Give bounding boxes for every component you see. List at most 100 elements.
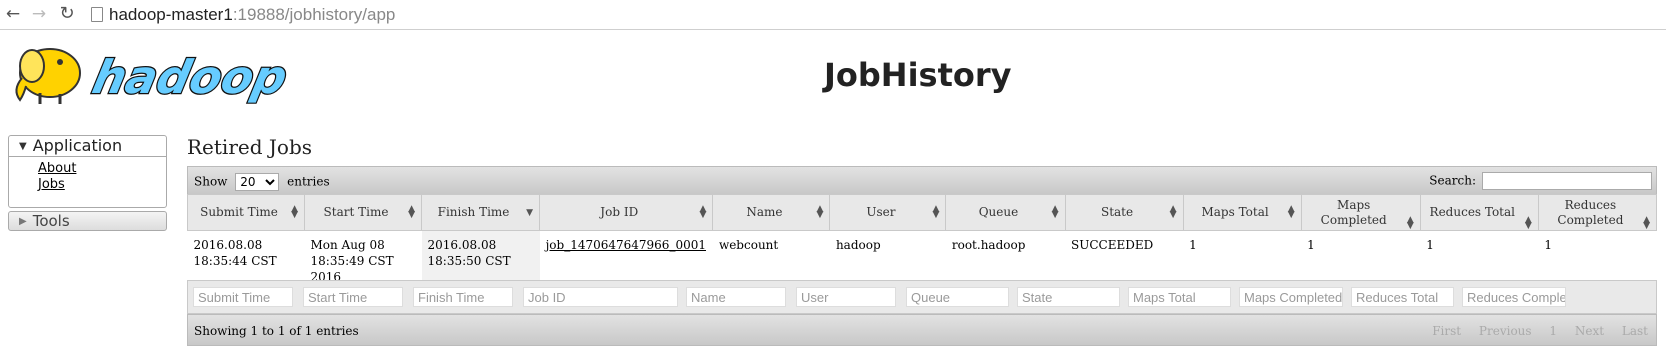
entries-info: Showing 1 to 1 of 1 entries xyxy=(194,324,359,338)
column-label: Finish Time xyxy=(437,205,510,219)
filter-start-time[interactable] xyxy=(303,287,403,307)
filter-user[interactable] xyxy=(796,287,896,307)
filter-queue[interactable] xyxy=(906,287,1009,307)
nav-application: ▼ Application About Jobs xyxy=(8,135,167,208)
sort-icon: ▲ ▼ xyxy=(1643,215,1650,231)
column-label: Start Time xyxy=(323,205,389,219)
cell-maps-total: 1 xyxy=(1189,238,1197,252)
triangle-down-icon: ▼ xyxy=(19,141,27,152)
column-label: Maps Total xyxy=(1201,205,1269,219)
column-header-state[interactable]: State ▲ ▼ xyxy=(1064,194,1184,231)
cell-start-time: Mon Aug 08 18:35:49 CST 2016 xyxy=(310,238,394,284)
cell-finish-time: 2016.08.08 18:35:50 CST xyxy=(421,230,540,285)
column-label: Job ID xyxy=(600,205,639,219)
svg-text:hadoop: hadoop xyxy=(88,50,292,103)
column-header-reduces-total[interactable]: Reduces Total ▲ ▼ xyxy=(1419,194,1539,231)
column-header-maps-total[interactable]: Maps Total ▲ ▼ xyxy=(1182,194,1302,231)
filter-reduces-completed[interactable] xyxy=(1462,287,1566,307)
column-header-name[interactable]: Name ▲ ▼ xyxy=(712,194,831,231)
search-label: Search: xyxy=(1429,173,1476,188)
column-label: Reduces Total xyxy=(1429,205,1515,219)
sort-icon: ▲ ▼ xyxy=(1524,215,1532,231)
nav-link-about[interactable]: About xyxy=(38,161,166,177)
pager-previous[interactable]: Previous xyxy=(1479,324,1532,338)
cell-job-id: job_1470647647966_0001 xyxy=(540,231,713,286)
sort-icon: ▲ ▼ xyxy=(1051,204,1059,220)
filter-finish-time[interactable] xyxy=(413,287,513,307)
pagination: First Previous 1 Next Last xyxy=(1418,324,1648,338)
column-label: User xyxy=(866,205,896,219)
column-header-submit-time[interactable]: Submit Time ▲ ▼ xyxy=(187,194,305,231)
column-label: State xyxy=(1100,205,1134,219)
filter-maps-total[interactable] xyxy=(1128,287,1231,307)
cell-submit-time: 2016.08.08 18:35:44 CST xyxy=(193,238,277,268)
column-header-start-time[interactable]: Start Time ▲ ▼ xyxy=(304,194,422,231)
elephant-icon xyxy=(15,48,81,104)
sort-icon: ▲ ▼ xyxy=(1169,204,1177,220)
table-row: 2016.08.08 18:35:44 CST Mon Aug 08 18:35… xyxy=(188,230,1657,286)
back-arrow-icon[interactable]: ← xyxy=(2,3,24,25)
nav-tools-toggle[interactable]: ▶ Tools xyxy=(8,211,167,231)
filter-state[interactable] xyxy=(1017,287,1120,307)
column-header-user[interactable]: User ▲ ▼ xyxy=(829,194,947,231)
column-label: Name xyxy=(746,205,783,219)
section-title: Retired Jobs xyxy=(187,135,313,159)
pager-first[interactable]: First xyxy=(1432,324,1461,338)
sort-icon: ▲ ▼ xyxy=(1287,204,1295,220)
table-footer: Showing 1 to 1 of 1 entries First Previo… xyxy=(187,314,1657,346)
column-label: Reduces Completed xyxy=(1557,197,1624,227)
column-header-queue[interactable]: Queue ▲ ▼ xyxy=(945,194,1066,231)
reload-icon[interactable]: ↻ xyxy=(56,3,78,25)
filter-submit-time[interactable] xyxy=(193,287,293,307)
sort-icon: ▲ ▼ xyxy=(816,204,824,220)
column-label: Maps Completed xyxy=(1320,197,1387,227)
triangle-right-icon: ▶ xyxy=(19,216,27,227)
url-path: :19888/jobhistory/app xyxy=(232,5,396,24)
column-label: Queue xyxy=(978,205,1019,219)
cell-state: SUCCEEDED xyxy=(1071,238,1154,252)
browser-toolbar: ← → ↻ hadoop-master1:19888/jobhistory/ap… xyxy=(0,0,1666,30)
hadoop-wordmark: hadoop xyxy=(87,49,294,105)
column-header-finish-time[interactable]: Finish Time ▼ xyxy=(420,194,541,231)
sort-icon: ▲ ▼ xyxy=(408,204,415,220)
page-title: JobHistory xyxy=(824,56,1012,94)
sort-desc-icon: ▼ xyxy=(526,208,534,218)
cell-user: hadoop xyxy=(835,238,881,252)
sort-icon: ▲ ▼ xyxy=(291,204,298,220)
sort-icon: ▲ ▼ xyxy=(932,204,940,220)
cell-name: webcount xyxy=(718,238,779,252)
forward-arrow-icon[interactable]: → xyxy=(28,3,50,25)
pager-next[interactable]: Next xyxy=(1575,324,1604,338)
cell-maps-completed: 1 xyxy=(1307,238,1315,252)
filter-job-id[interactable] xyxy=(523,287,678,307)
show-label: Show xyxy=(194,174,228,189)
nav-link-jobs[interactable]: Jobs xyxy=(38,177,166,193)
column-header-maps-completed[interactable]: Maps Completed ▲ ▼ xyxy=(1300,194,1421,231)
job-id-link[interactable]: job_1470647647966_0001 xyxy=(546,238,706,252)
page-size-select[interactable]: 20 xyxy=(235,173,280,191)
filter-maps-completed[interactable] xyxy=(1239,287,1343,307)
url-host: hadoop-master1 xyxy=(109,5,233,24)
hadoop-logo: hadoop xyxy=(15,48,294,105)
cell-queue: root.hadoop xyxy=(951,238,1026,252)
pager-page[interactable]: 1 xyxy=(1549,324,1557,338)
filter-reduces-total[interactable] xyxy=(1351,287,1454,307)
sort-icon: ▲ ▼ xyxy=(699,204,707,220)
application-label: Application xyxy=(32,136,123,155)
filter-name[interactable] xyxy=(686,287,786,307)
cell-reduces-completed: 1 xyxy=(1544,238,1552,252)
column-header-job-id[interactable]: Job ID ▲ ▼ xyxy=(539,194,714,231)
application-toggle[interactable]: ▼ Application xyxy=(9,136,166,157)
tools-label: Tools xyxy=(32,212,70,230)
search-input[interactable] xyxy=(1482,172,1652,190)
table-header-row: Submit Time ▲ ▼ Start Time ▲ ▼ Finish Time ▼ … xyxy=(187,194,1658,231)
pager-last[interactable]: Last xyxy=(1622,324,1648,338)
column-label: Submit Time xyxy=(200,205,278,219)
page-icon xyxy=(91,7,103,22)
table-toolbar: Show 20 entries Search: xyxy=(187,166,1657,194)
column-header-reduces-completed[interactable]: Reduces Completed ▲ ▼ xyxy=(1537,194,1658,231)
address-bar[interactable]: hadoop-master1:19888/jobhistory/app xyxy=(84,2,1644,26)
cell-reduces-total: 1 xyxy=(1426,238,1434,252)
sort-icon: ▲ ▼ xyxy=(1406,215,1414,231)
entries-label: entries xyxy=(287,174,330,189)
